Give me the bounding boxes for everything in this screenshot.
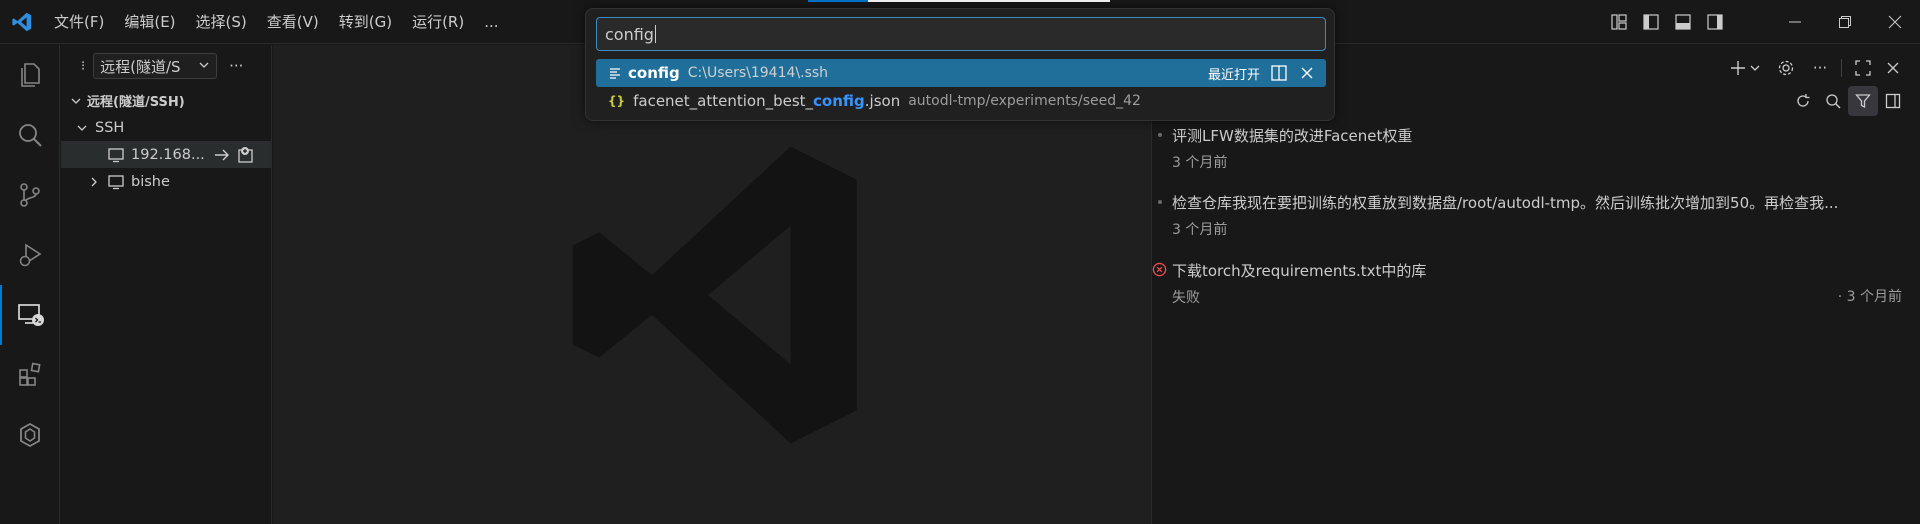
remote-explorer-icon[interactable] xyxy=(0,285,60,345)
menu-edit[interactable]: 编辑(E) xyxy=(114,0,185,44)
tree-group-ssh-label: SSH xyxy=(95,119,125,136)
menu-run[interactable]: 运行(R) xyxy=(402,0,474,44)
refresh-icon[interactable] xyxy=(1788,86,1818,116)
task-title: 检查仓库我现在要把训练的权重放到数据盘/root/autodl-tmp。然后训练… xyxy=(1172,194,1839,212)
recently-opened-label: 最近打开 xyxy=(1207,67,1260,83)
menu-file[interactable]: 文件(F) xyxy=(44,0,114,44)
maximize-panel-icon[interactable] xyxy=(1848,53,1878,83)
tree-group-ssh[interactable]: SSH xyxy=(61,114,271,141)
quick-open-input-value: config xyxy=(605,24,654,44)
toggle-secondary-sidebar-icon[interactable] xyxy=(1700,7,1730,37)
result-name-prefix: facenet_attention_best_ xyxy=(633,92,814,110)
vscode-logo-icon xyxy=(0,0,44,44)
explorer-icon[interactable] xyxy=(0,45,60,105)
chevron-down-icon xyxy=(77,125,87,131)
split-view-icon[interactable] xyxy=(1878,86,1908,116)
title-light-strip xyxy=(868,0,1110,2)
task-bullet xyxy=(1158,200,1162,204)
title-controls xyxy=(1602,0,1920,44)
close-window-icon[interactable] xyxy=(1870,0,1920,44)
result-path: autodl-tmp/experiments/seed_42 xyxy=(908,93,1141,109)
quick-open-result[interactable]: {} facenet_attention_best_ config .json au… xyxy=(596,87,1326,115)
activity-bar xyxy=(0,45,60,524)
task-title: 评测LFW数据集的改进Facenet权重 xyxy=(1172,127,1413,145)
task-status: 失败 xyxy=(1172,290,1200,306)
menu-selection[interactable]: 选择(S) xyxy=(186,0,257,44)
copilot-icon[interactable] xyxy=(0,405,60,465)
tree-host-2-label: bishe xyxy=(131,173,170,190)
menu-view[interactable]: 查看(V) xyxy=(257,0,329,44)
toolbar-divider xyxy=(1841,59,1842,77)
close-panel-icon[interactable] xyxy=(1878,53,1908,83)
text-caret xyxy=(654,25,656,43)
remote-view-select-value: 远程(隧道/S xyxy=(100,57,181,76)
search-icon[interactable] xyxy=(1818,86,1848,116)
quick-open-widget: config config C:\Users\19414\.ssh 最近打开 {… xyxy=(585,8,1335,121)
task-time: 3 个月前 xyxy=(1172,155,1228,171)
more-actions-icon[interactable]: ··· xyxy=(229,57,243,75)
menu-go[interactable]: 转到(G) xyxy=(329,0,402,44)
task-item-failed[interactable]: 下载torch及requirements.txt中的库 失败 · 3 个月前 xyxy=(1152,260,1902,307)
remote-explorer-sidebar: ⁝ 远程(隧道/S ··· 远程(隧道/SSH) SSH 192.168... … xyxy=(61,45,272,524)
result-name-match: config xyxy=(813,92,865,110)
remove-from-recent-icon[interactable] xyxy=(1300,66,1314,80)
sidebar-header: ⁝ 远程(隧道/S ··· xyxy=(61,45,271,87)
more-actions-icon[interactable]: ··· xyxy=(1805,53,1835,83)
search-icon[interactable] xyxy=(0,105,60,165)
json-braces-icon: {} xyxy=(608,94,626,108)
task-bullet xyxy=(1158,133,1162,137)
toggle-primary-sidebar-icon[interactable] xyxy=(1636,7,1666,37)
vscode-watermark-icon xyxy=(572,146,857,444)
quick-open-input[interactable]: config xyxy=(596,17,1326,51)
toggle-panel-icon[interactable] xyxy=(1668,7,1698,37)
file-lines-icon xyxy=(610,68,620,79)
sidebar-view-indicator-icon: ⁝ xyxy=(81,58,86,74)
customize-layout-icon[interactable] xyxy=(1604,7,1634,37)
result-actions: 最近打开 xyxy=(1208,59,1318,87)
task-title: 下载torch及requirements.txt中的库 xyxy=(1172,262,1427,280)
menu-more[interactable]: ... xyxy=(474,0,508,44)
menu-bar: 文件(F) 编辑(E) 选择(S) 查看(V) 转到(G) 运行(R) ... xyxy=(44,0,509,44)
remote-view-select[interactable]: 远程(隧道/S xyxy=(93,53,218,79)
task-time: · 3 个月前 xyxy=(1837,289,1902,305)
run-debug-icon[interactable] xyxy=(0,225,60,285)
tree-host-2[interactable]: bishe xyxy=(61,168,271,195)
source-control-icon[interactable] xyxy=(0,165,60,225)
section-remote-title: 远程(隧道/SSH) xyxy=(87,95,185,110)
chevron-down-icon xyxy=(71,98,81,104)
restore-icon[interactable] xyxy=(1820,0,1870,44)
error-icon xyxy=(1152,262,1167,277)
open-to-side-icon[interactable] xyxy=(1270,64,1288,82)
remote-host-icon xyxy=(108,147,124,162)
open-new-window-icon[interactable] xyxy=(237,146,255,164)
task-item[interactable]: 检查仓库我现在要把训练的权重放到数据盘/root/autodl-tmp。然后训练… xyxy=(1158,192,1902,239)
tree-host-1[interactable]: 192.168... xyxy=(61,141,271,168)
chevron-down-icon xyxy=(198,57,210,75)
connect-arrow-icon[interactable] xyxy=(213,146,231,164)
panel-toolbar-top: ··· xyxy=(1723,53,1908,83)
task-item[interactable]: 评测LFW数据集的改进Facenet权重 3 个月前 xyxy=(1158,125,1902,172)
chevron-right-icon xyxy=(91,177,97,186)
title-accent-strip xyxy=(808,0,868,2)
chevron-down-icon[interactable] xyxy=(1747,53,1763,83)
tree-host-1-label: 192.168... xyxy=(131,146,205,163)
section-remote-header[interactable]: 远程(隧道/SSH) xyxy=(61,87,271,114)
task-time: 3 个月前 xyxy=(1172,222,1228,238)
quick-open-result-active[interactable]: config C:\Users\19414\.ssh 最近打开 xyxy=(596,59,1326,87)
minimize-icon[interactable] xyxy=(1770,0,1820,44)
remote-host-icon xyxy=(108,174,124,189)
result-name-suffix: .json xyxy=(864,92,901,110)
extensions-icon[interactable] xyxy=(0,345,60,405)
result-name: config xyxy=(628,64,680,82)
settings-gear-icon[interactable] xyxy=(1771,53,1801,83)
filter-icon[interactable] xyxy=(1848,86,1878,116)
result-path: C:\Users\19414\.ssh xyxy=(687,65,829,81)
panel-toolbar-second xyxy=(1788,86,1908,116)
